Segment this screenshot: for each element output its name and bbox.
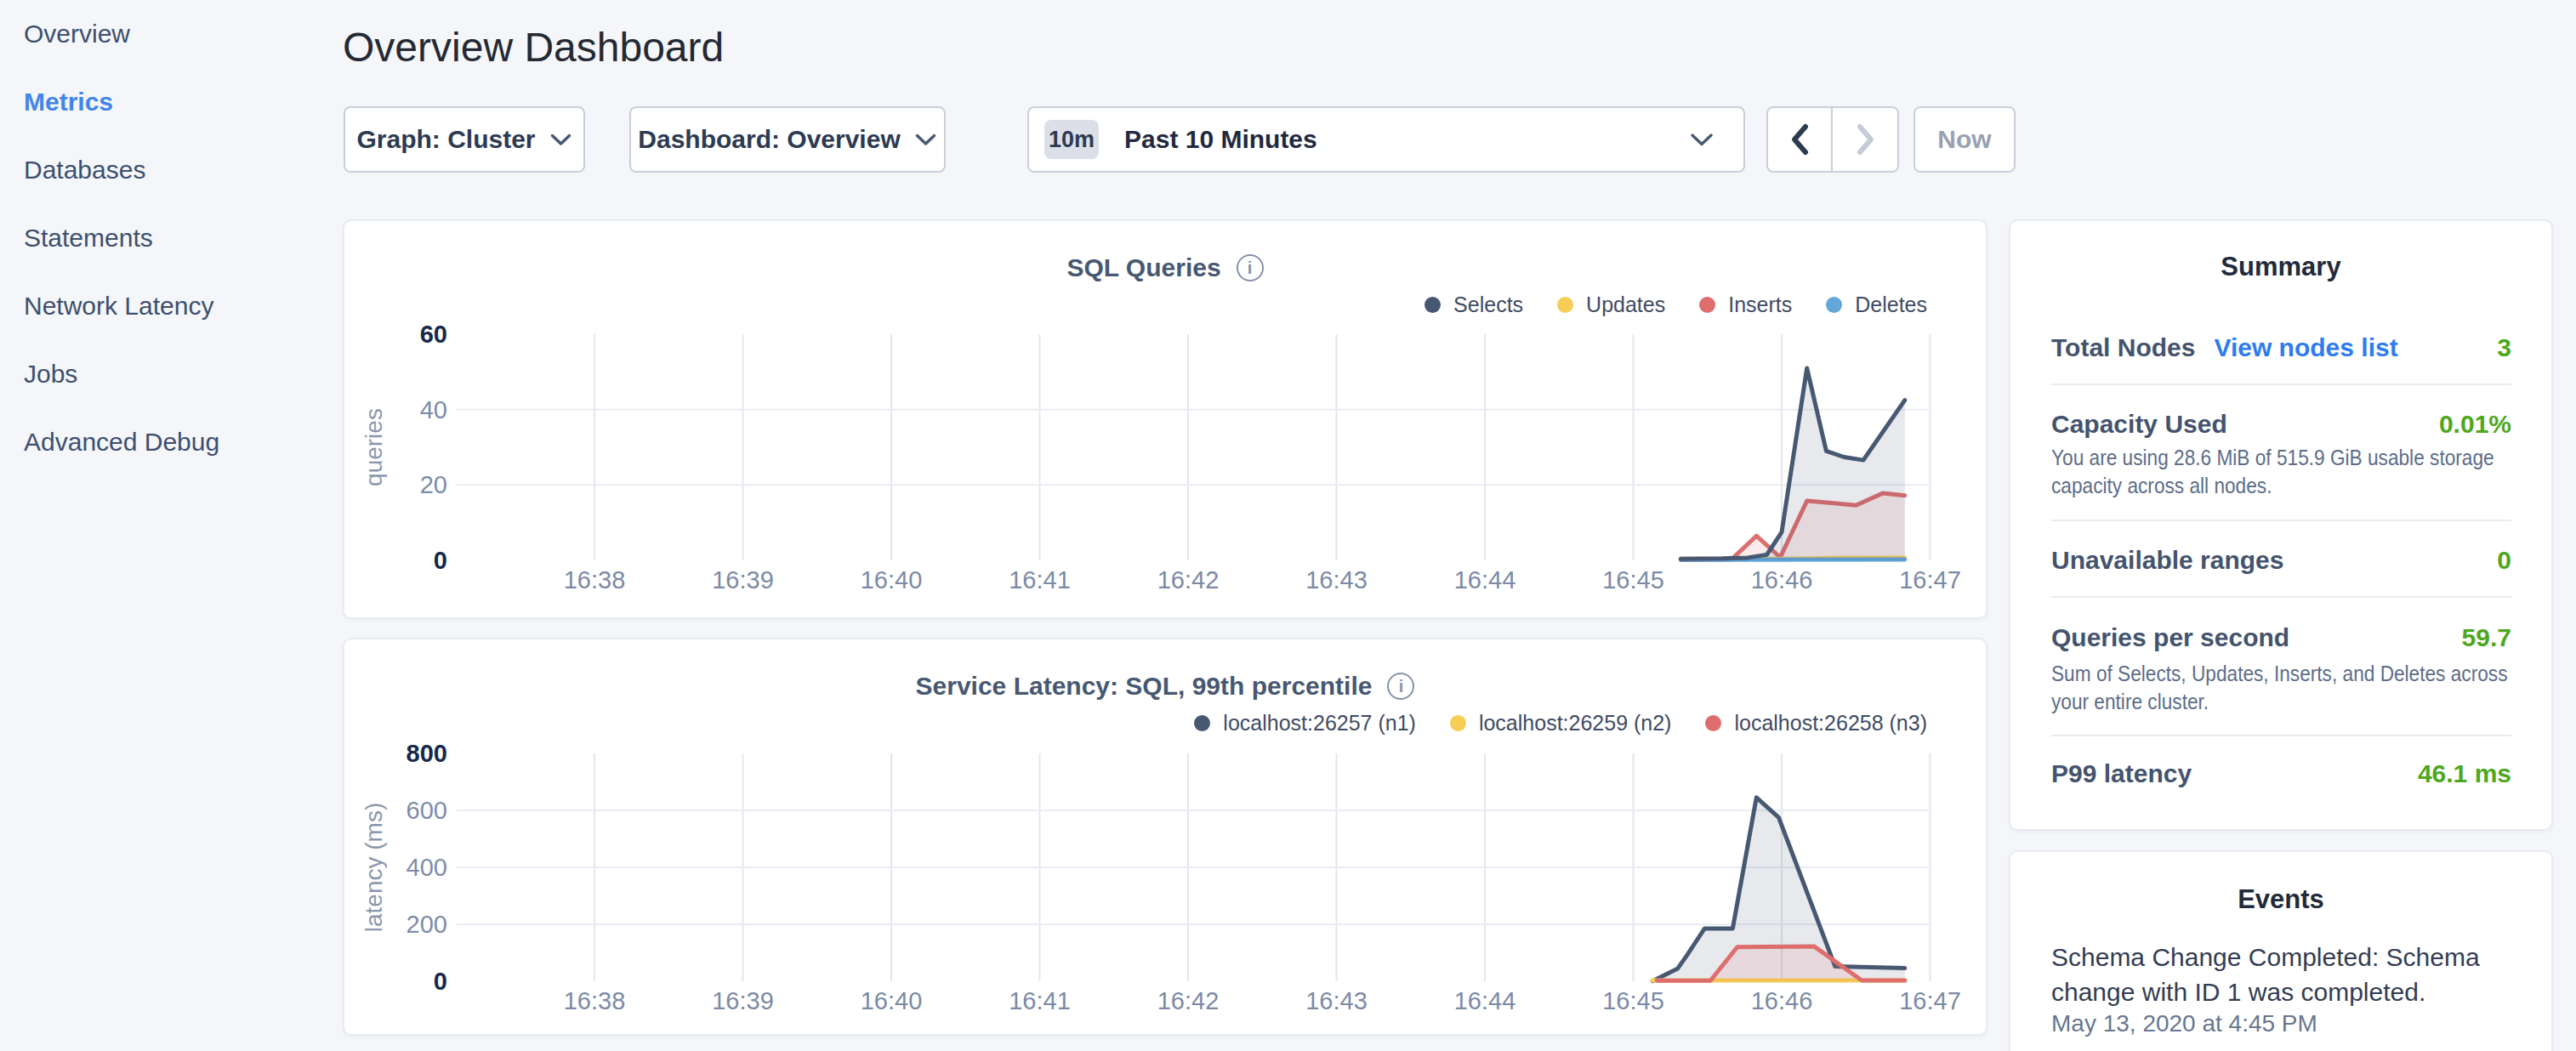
capacity-used-value: 0.01% <box>2439 410 2511 439</box>
svg-text:16:39: 16:39 <box>712 987 774 1014</box>
sidebar-item-metrics[interactable]: Metrics <box>0 68 323 136</box>
service-latency-chart: 0 200 400 600 800 latency (ms) 16:38 16:39 16:40… <box>344 639 1989 1037</box>
svg-text:16:45: 16:45 <box>1602 566 1664 594</box>
graph-dropdown[interactable]: Graph: Cluster <box>344 106 585 173</box>
queries-per-second-description: Sum of Selects, Updates, Inserts, and De… <box>2051 660 2507 716</box>
chevron-down-icon <box>914 133 937 147</box>
svg-text:0: 0 <box>434 968 447 995</box>
summary-row-p99-latency: P99 latency 46.1 ms <box>2051 757 2511 791</box>
svg-text:16:43: 16:43 <box>1305 566 1368 594</box>
svg-text:16:43: 16:43 <box>1305 987 1368 1014</box>
queries-per-second-label: Queries per second <box>2051 623 2289 652</box>
sidebar: OverviewMetricsDatabasesStatementsNetwor… <box>0 0 323 476</box>
events-panel: Events Schema Change Completed: Schema c… <box>2009 850 2553 1051</box>
sql-queries-chart: 0 20 40 60 queries 16:38 16:39 16:40 16:41 16:42 1… <box>344 221 1989 621</box>
divider <box>2051 383 2511 385</box>
divider <box>2051 520 2511 521</box>
svg-text:16:41: 16:41 <box>1009 987 1071 1014</box>
sidebar-item-advanced-debug[interactable]: Advanced Debug <box>0 408 323 476</box>
unavailable-ranges-value: 0 <box>2497 546 2511 575</box>
svg-text:20: 20 <box>420 471 447 498</box>
svg-text:60: 60 <box>420 321 447 348</box>
summary-row-total-nodes: Total Nodes View nodes list 3 <box>2051 331 2511 365</box>
queries-per-second-value: 59.7 <box>2462 623 2511 652</box>
divider <box>2051 596 2511 598</box>
svg-text:16:42: 16:42 <box>1157 987 1220 1014</box>
now-button-label: Now <box>1937 125 1991 154</box>
service-latency-chart-card: Service Latency: SQL, 99th percentile i … <box>343 638 1987 1036</box>
svg-text:16:38: 16:38 <box>564 566 626 594</box>
svg-text:16:41: 16:41 <box>1009 566 1071 594</box>
events-title: Events <box>2010 884 2551 915</box>
svg-text:16:40: 16:40 <box>861 987 923 1014</box>
summary-row-capacity-used: Capacity Used 0.01% <box>2051 407 2511 441</box>
capacity-used-label: Capacity Used <box>2051 410 2227 439</box>
svg-text:40: 40 <box>420 396 447 423</box>
sql-queries-chart-card: SQL Queries i SelectsUpdatesInsertsDelet… <box>343 219 1987 619</box>
chevron-left-icon <box>1788 122 1811 156</box>
summary-row-unavailable-ranges: Unavailable ranges 0 <box>2051 543 2511 577</box>
previous-time-button[interactable] <box>1768 108 1833 171</box>
event-message: Schema Change Completed: Schema change w… <box>2051 940 2521 1009</box>
dashboard-dropdown[interactable]: Dashboard: Overview <box>629 106 946 173</box>
svg-text:16:39: 16:39 <box>712 566 774 594</box>
svg-text:16:47: 16:47 <box>1899 987 1961 1014</box>
divider <box>2051 735 2511 736</box>
svg-text:16:42: 16:42 <box>1157 566 1220 594</box>
time-range-selector[interactable]: 10m Past 10 Minutes <box>1027 106 1745 173</box>
sidebar-item-databases[interactable]: Databases <box>0 136 323 204</box>
svg-text:200: 200 <box>407 911 447 938</box>
now-button[interactable]: Now <box>1914 106 2016 173</box>
svg-text:16:46: 16:46 <box>1751 987 1813 1014</box>
chevron-down-icon <box>1689 132 1714 148</box>
sidebar-item-network-latency[interactable]: Network Latency <box>0 272 323 340</box>
svg-text:600: 600 <box>407 797 447 824</box>
svg-text:16:40: 16:40 <box>861 566 923 594</box>
summary-title: Summary <box>2010 252 2551 282</box>
page-title: Overview Dashboard <box>343 24 724 71</box>
svg-text:0: 0 <box>434 547 447 574</box>
chevron-down-icon <box>549 133 572 147</box>
svg-text:16:44: 16:44 <box>1454 566 1516 594</box>
p99-latency-label: P99 latency <box>2051 759 2192 788</box>
sidebar-item-statements[interactable]: Statements <box>0 204 323 272</box>
summary-panel: Summary Total Nodes View nodes list 3 Ca… <box>2009 219 2553 831</box>
total-nodes-label: Total Nodes <box>2051 333 2195 362</box>
next-time-button[interactable] <box>1833 108 1897 171</box>
capacity-used-description: You are using 28.6 MiB of 515.9 GiB usab… <box>2051 444 2494 500</box>
p99-latency-value: 46.1 ms <box>2418 759 2511 788</box>
event-timestamp: May 13, 2020 at 4:45 PM <box>2051 1010 2317 1037</box>
svg-text:queries: queries <box>361 408 387 486</box>
view-nodes-list-link[interactable]: View nodes list <box>2214 333 2397 362</box>
svg-text:16:47: 16:47 <box>1899 566 1961 594</box>
unavailable-ranges-label: Unavailable ranges <box>2051 546 2283 575</box>
total-nodes-value: 3 <box>2497 333 2511 362</box>
svg-text:400: 400 <box>407 854 447 881</box>
summary-row-queries-per-second: Queries per second 59.7 <box>2051 621 2511 655</box>
svg-text:16:46: 16:46 <box>1751 566 1813 594</box>
dashboard-dropdown-label: Dashboard: Overview <box>638 125 900 154</box>
svg-text:800: 800 <box>407 740 447 767</box>
graph-dropdown-label: Graph: Cluster <box>356 125 535 154</box>
sidebar-item-jobs[interactable]: Jobs <box>0 340 323 408</box>
time-range-label: Past 10 Minutes <box>1124 125 1317 154</box>
time-range-badge: 10m <box>1044 120 1099 159</box>
svg-text:16:38: 16:38 <box>564 987 626 1014</box>
svg-text:16:44: 16:44 <box>1454 987 1516 1014</box>
time-step-buttons <box>1766 106 1899 173</box>
sidebar-item-overview[interactable]: Overview <box>0 0 323 68</box>
svg-text:latency (ms): latency (ms) <box>361 803 387 932</box>
svg-text:16:45: 16:45 <box>1602 987 1664 1014</box>
chevron-right-icon <box>1854 122 1876 156</box>
